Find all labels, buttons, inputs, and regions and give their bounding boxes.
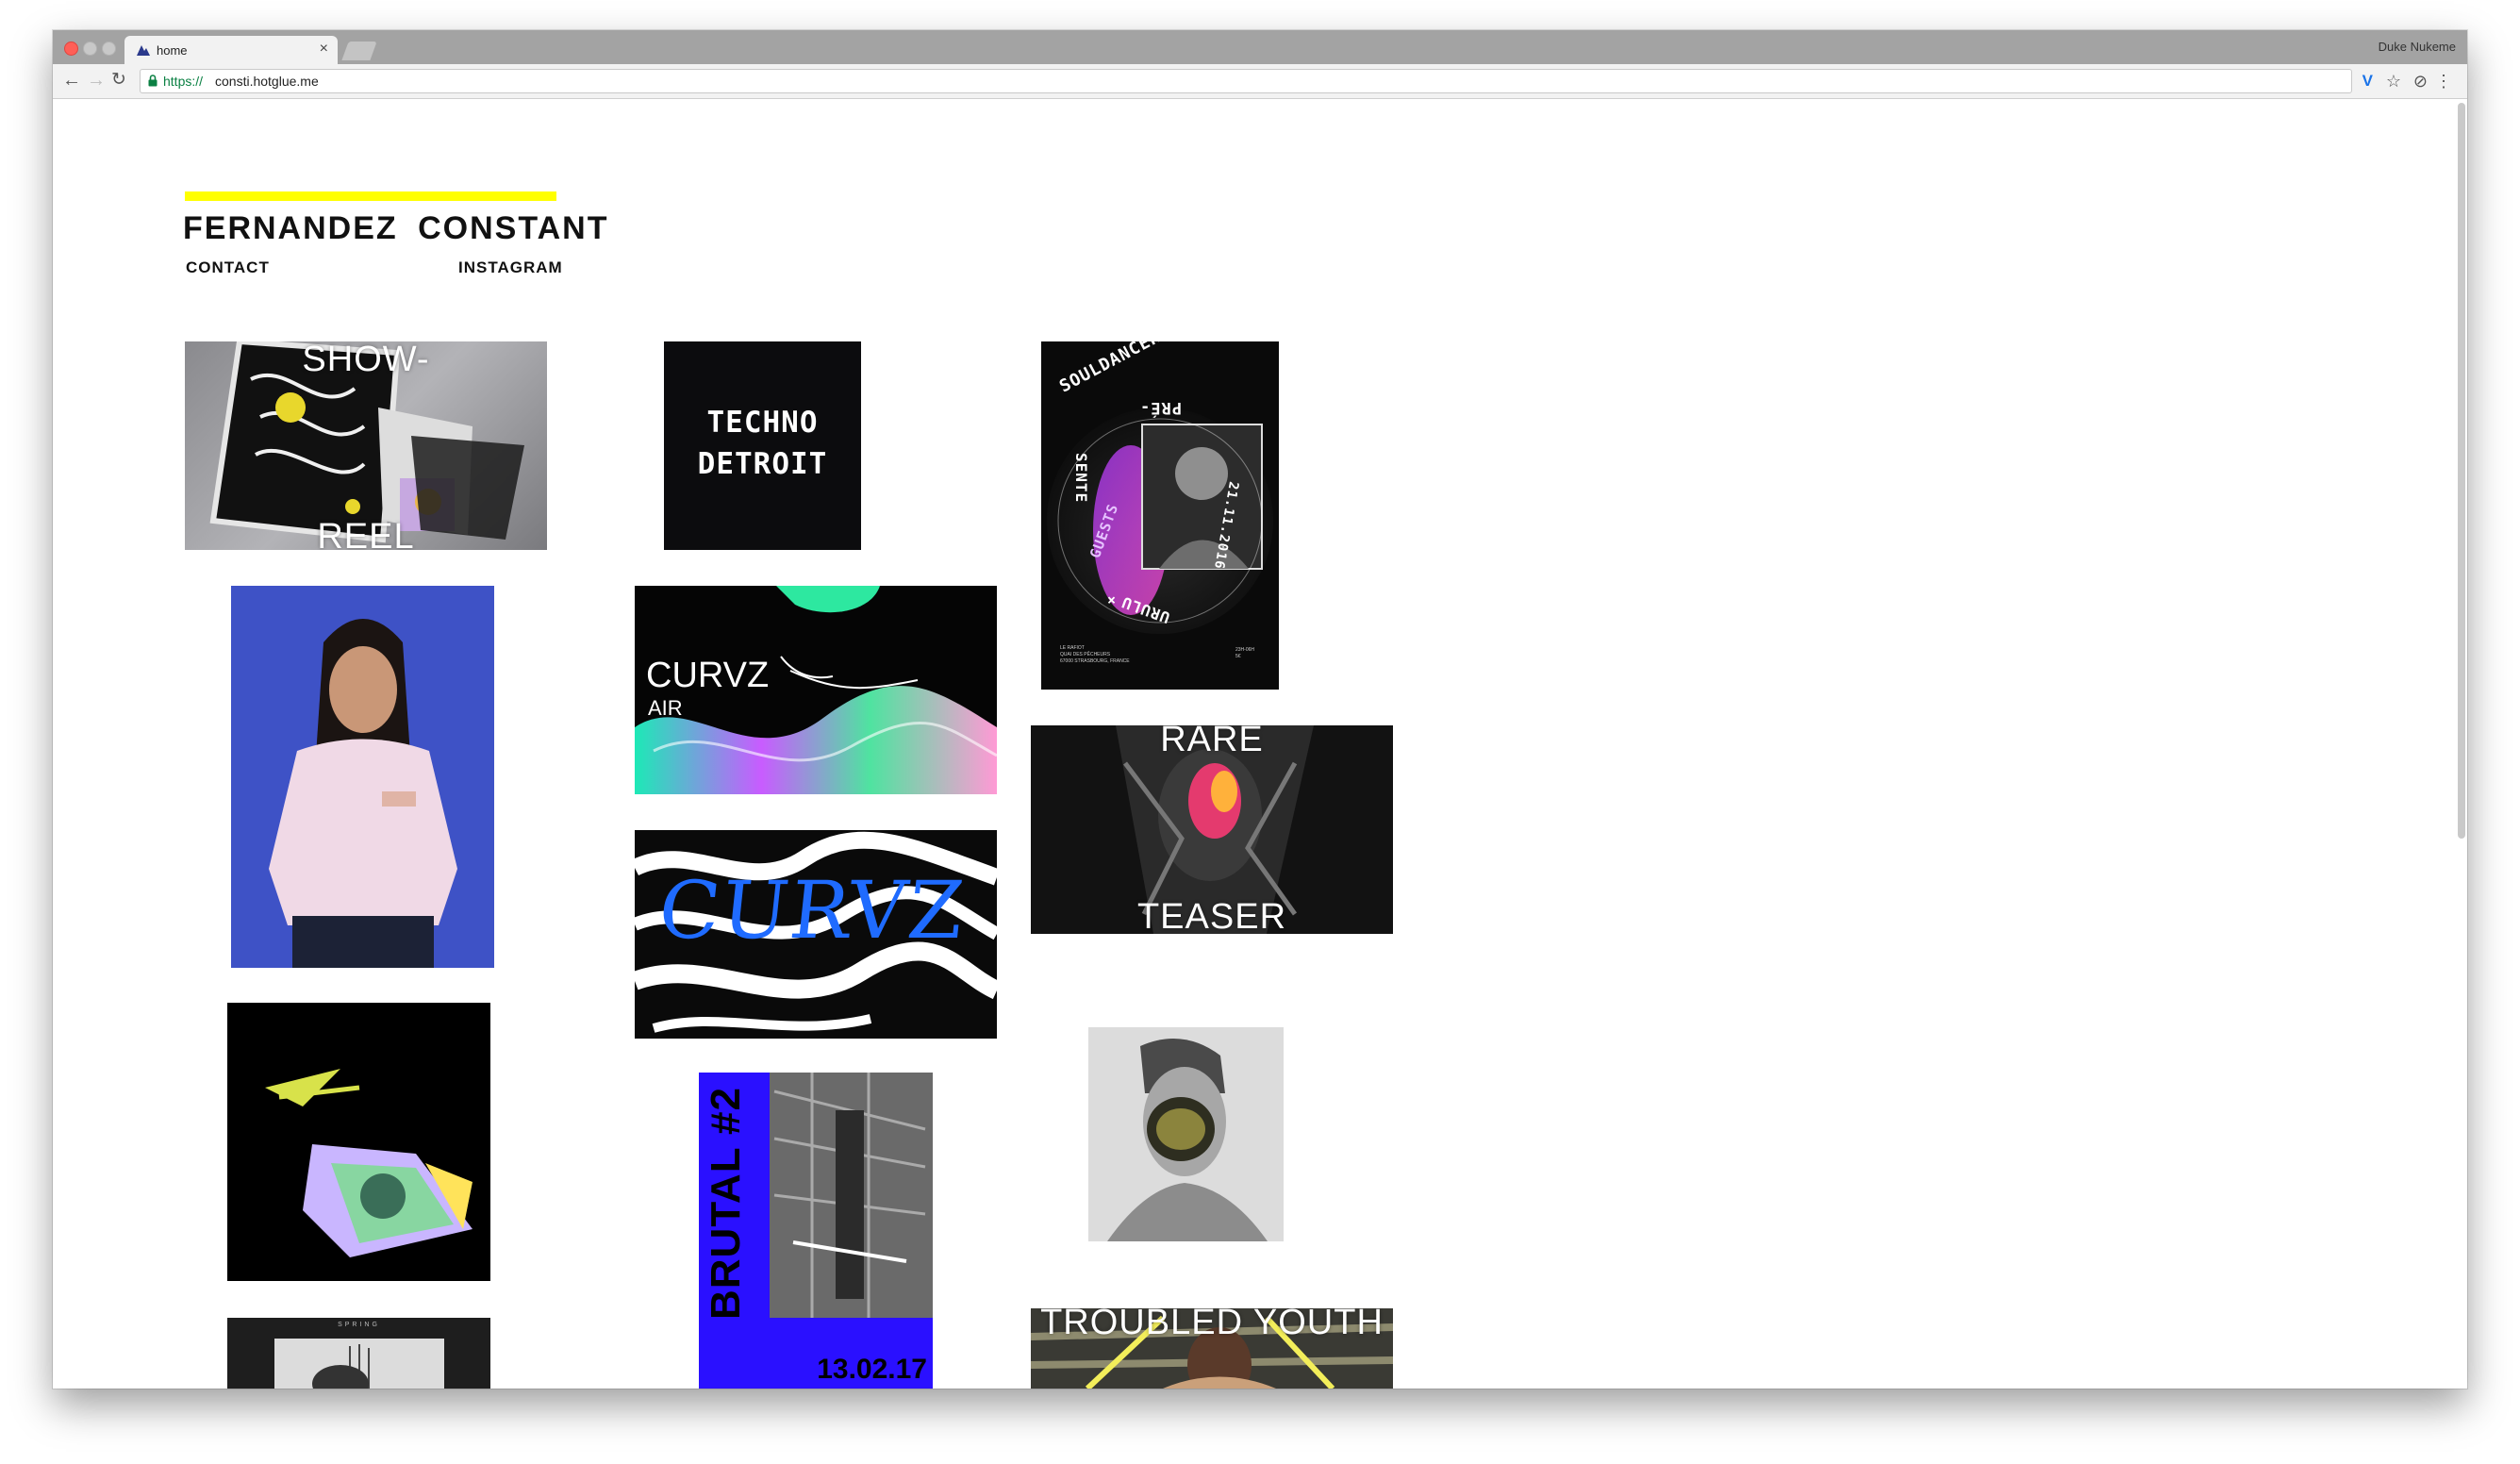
curvz-title: CURVZ [654, 864, 970, 957]
address-bar[interactable]: https:// consti.hotglue.me [140, 69, 2352, 93]
forward-arrow-icon[interactable]: → [87, 70, 106, 91]
showreel-bottom-label: REEL [317, 517, 415, 550]
extension-icon[interactable]: ⊘ [2413, 72, 2428, 91]
techno-line1: TECHNO [706, 406, 819, 440]
new-tab-button[interactable] [341, 42, 377, 60]
tile-techno-detroit[interactable]: TECHNO DETROIT [664, 341, 861, 550]
masked-portrait-image [1088, 1027, 1284, 1241]
brutal-date: 13.02.17 [817, 1354, 927, 1385]
window-minimize-button[interactable] [83, 42, 97, 56]
portrait-blue-image [231, 586, 494, 968]
tab-home[interactable]: home × [124, 36, 338, 64]
browser-window: home × Duke Nukeme ← → ↻ https:// consti… [53, 30, 2467, 1389]
tile-curvz-air[interactable]: CURVZ AIR [635, 586, 997, 794]
collage-black-artwork [227, 1003, 490, 1281]
souldancer-times: 23H-06H 5€ [1235, 647, 1255, 659]
menu-icon[interactable]: ⋮ [2435, 72, 2452, 91]
souldancer-sente: SENTE [1072, 453, 1090, 504]
showreel-top-label: SHOW- [302, 341, 430, 379]
tile-fashion-dark[interactable]: SPRING [227, 1318, 490, 1389]
tile-troubled-youth[interactable]: TROUBLED YOUTH [1031, 1308, 1393, 1389]
curvz-air-sub: AIR [648, 696, 683, 720]
souldancer-venue: LE RAFIOT QUAI DES PÊCHEURS 67000 STRASB… [1060, 645, 1130, 664]
nav-instagram-link[interactable]: INSTAGRAM [458, 258, 563, 277]
back-arrow-icon[interactable]: ← [62, 70, 81, 91]
tile-masked-portrait[interactable] [1088, 1027, 1284, 1241]
tile-brutal[interactable]: BRUTAL #2 13.02.17 [699, 1073, 933, 1389]
tile-portrait-blue[interactable] [231, 586, 494, 968]
tile-curvz[interactable]: CURVZ [635, 830, 997, 1039]
souldancer-artwork [1047, 408, 1273, 634]
troubled-youth-label: TROUBLED YOUTH [1040, 1308, 1384, 1342]
bookmark-star-icon[interactable]: ☆ [2386, 72, 2401, 91]
tab-bar: home × Duke Nukeme [53, 30, 2467, 64]
page-viewport: FERNANDEZ CONSTANT CONTACT INSTAGRAM SHO… [53, 99, 2467, 1389]
curvz-air-title: CURVZ [646, 656, 770, 695]
fashion-dark-label: SPRING [338, 1322, 380, 1328]
fashion-dark-image [227, 1318, 490, 1389]
scrollbar-thumb[interactable] [2458, 103, 2465, 839]
rare-label: RARE [1160, 725, 1264, 759]
url-scheme: https:// [163, 74, 204, 89]
hotglue-icon [137, 45, 150, 56]
nav-contact-link[interactable]: CONTACT [186, 258, 270, 277]
window-close-button[interactable] [64, 42, 78, 56]
lock-icon [148, 75, 158, 87]
tile-souldancer[interactable]: SOULDANCER PRÉ- SENTE GUESTS × URULU 21.… [1041, 341, 1279, 690]
tile-collage-black[interactable] [227, 1003, 490, 1281]
browser-toolbar: ← → ↻ https:// consti.hotglue.me V ☆ ⊘ ⋮ [53, 64, 2467, 99]
reload-icon[interactable]: ↻ [111, 70, 126, 91]
url-text: consti.hotglue.me [215, 74, 319, 89]
window-maximize-button[interactable] [102, 42, 116, 56]
brutal-title: BRUTAL #2 [703, 1087, 749, 1320]
extension-v-icon[interactable]: V [2362, 72, 2373, 91]
tab-close-icon[interactable]: × [320, 41, 328, 58]
tab-title: home [157, 43, 188, 58]
techno-line2: DETROIT [697, 447, 828, 481]
tile-showreel[interactable]: SHOW- REEL [185, 341, 547, 550]
site-title: FERNANDEZ CONSTANT [183, 210, 609, 246]
souldancer-pre: PRÉ- [1139, 398, 1182, 417]
souldancer-x: × [1107, 591, 1118, 608]
profile-name[interactable]: Duke Nukeme [2379, 40, 2456, 54]
teaser-label: TEASER [1136, 897, 1287, 934]
accent-bar [185, 191, 556, 201]
tile-rare-teaser[interactable]: RARE TEASER [1031, 725, 1393, 934]
